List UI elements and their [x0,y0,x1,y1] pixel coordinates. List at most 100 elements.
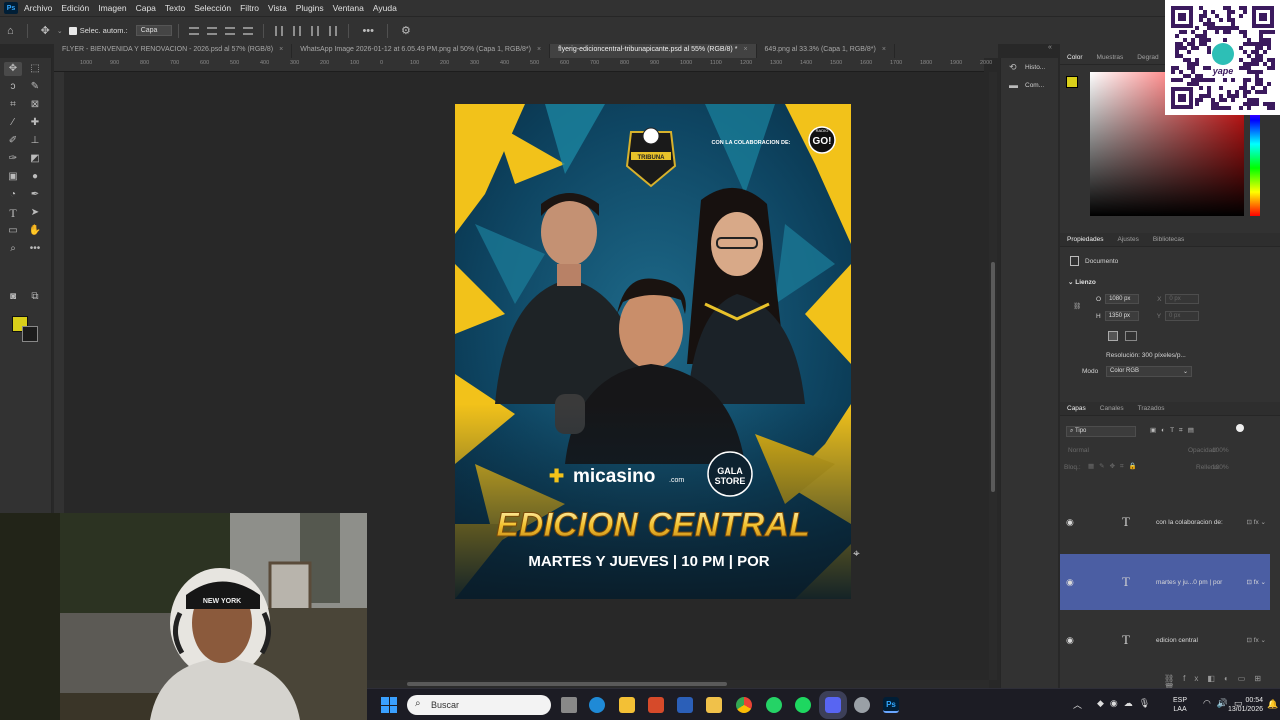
lock-icons[interactable]: ▦✎✥⌗🔒 [1088,462,1142,471]
frame-tool-icon[interactable]: ⊠ [26,98,44,112]
fx-icon[interactable]: ⊡ fx ⌄ [1246,578,1266,586]
tab-color[interactable]: Color [1060,51,1090,64]
comments-panel-button[interactable]: ▬ Com... [1009,80,1044,90]
rectangle-tool-icon[interactable]: ▭ [4,224,22,238]
chrome-icon[interactable] [736,697,752,713]
canvas-x-field[interactable]: 0 px [1165,294,1200,304]
hand-tool-icon[interactable]: ✋ [26,224,44,238]
fx-icon[interactable]: ⊡ fx ⌄ [1246,518,1266,526]
filter-toggle[interactable] [1236,424,1244,432]
menu-filtro[interactable]: Filtro [240,3,259,13]
clone-stamp-tool-icon[interactable]: ⊥ [26,134,44,148]
tab-flyer-bienvenida[interactable]: FLYER - BIENVENIDA Y RENOVACION - 2026.p… [54,44,293,58]
fill-field[interactable]: 100% [1212,464,1229,471]
blur-tool-icon[interactable]: ● [26,170,44,184]
tab-whatsapp-image[interactable]: WhatsApp Image 2026-01-12 at 6.05.49 PM.… [292,44,551,58]
color-fg-swatch[interactable] [1066,76,1078,88]
flyer-canvas[interactable]: TRIBUNA CON LA COLABORACION DE: RADIO GO… [455,104,851,599]
close-icon[interactable]: × [279,46,283,53]
portrait-orientation-icon[interactable] [1108,331,1118,341]
eye-icon[interactable]: ◉ [1066,577,1078,588]
powerpoint-icon[interactable] [648,697,664,713]
align-right-icon[interactable] [225,26,236,35]
tray-icons[interactable]: ◆◉☁🎙 [1097,698,1156,709]
layer-row[interactable]: ◉ T edicion central ⊡ fx ⌄ [1060,612,1270,668]
align-top-icon[interactable] [275,25,284,36]
photoshop-taskbar-icon[interactable]: Ps [883,697,899,713]
gear-icon[interactable]: ⚙ [401,24,411,37]
tab-649-png[interactable]: 649.png al 33.3% (Capa 1, RGB/8*) × [757,44,895,58]
brush-tool-icon[interactable]: ✐ [4,134,22,148]
taskbar-search-box[interactable]: ⌕ Buscar [407,695,551,715]
more-tools-icon[interactable]: ••• [26,242,44,256]
discord-icon[interactable] [819,691,847,719]
menu-ayuda[interactable]: Ayuda [373,3,397,13]
distribute-icon[interactable] [243,26,254,35]
language-indicator[interactable]: ESP LAA [1173,696,1187,714]
history-panel-button[interactable]: ⟲ Histo... [1009,62,1045,72]
close-icon[interactable]: × [743,46,747,53]
layer-row[interactable]: ◉ T con la colaboracion de: ⊡ fx ⌄ [1060,494,1270,550]
canvas-width-field[interactable]: 1080 px [1105,294,1140,304]
quick-select-tool-icon[interactable]: ✎ [26,80,44,94]
vertical-scrollbar[interactable] [989,72,997,680]
eye-icon[interactable]: ◉ [1066,635,1078,646]
tab-ajustes[interactable]: Ajustes [1111,233,1146,246]
task-view-icon[interactable] [561,697,577,713]
file-explorer-icon[interactable] [706,697,722,713]
background-color-swatch[interactable] [22,326,38,342]
layer-filter-icons[interactable]: ▣◐T⌗▤ [1150,426,1199,435]
type-tool-icon[interactable]: T [4,206,22,220]
spotify-icon[interactable] [795,697,811,713]
chevron-up-icon[interactable]: ︿ [1073,698,1082,711]
distribute-vertical-icon[interactable] [329,25,338,36]
eye-icon[interactable]: ◉ [1066,517,1078,528]
menu-archivo[interactable]: Archivo [24,3,52,13]
tab-propiedades[interactable]: Propiedades [1060,233,1111,246]
opacity-field[interactable]: 100% [1212,447,1229,454]
tab-canales[interactable]: Canales [1093,402,1131,415]
tab-trazados[interactable]: Trazados [1131,402,1172,415]
chrome-profile-icon[interactable] [854,697,870,713]
menu-ventana[interactable]: Ventana [333,3,364,13]
eraser-tool-icon[interactable]: ◩ [26,152,44,166]
zoom-tool-icon[interactable]: ⌕ [4,242,22,256]
align-middle-icon[interactable] [293,25,302,36]
move-tool-icon[interactable]: ✥ [4,62,22,76]
close-icon[interactable]: × [882,46,886,53]
home-icon[interactable]: ⌂ [7,25,14,37]
more-icon[interactable]: ••• [362,25,374,37]
tab-degradados[interactable]: Degrad [1130,51,1165,64]
quick-mask-icon[interactable]: ◙ [4,290,22,304]
landscape-orientation-icon[interactable] [1125,331,1137,341]
menu-texto[interactable]: Texto [165,3,185,13]
tab-bibliotecas[interactable]: Bibliotecas [1146,233,1191,246]
windows-start-icon[interactable] [381,697,397,713]
canvas-height-field[interactable]: 1350 px [1104,311,1139,321]
pen-tool-icon[interactable]: ✒ [26,188,44,202]
color-mode-select[interactable]: Color RGB ⌄ [1106,366,1192,377]
auto-select-target-select[interactable]: Capa [135,25,173,36]
eyedropper-tool-icon[interactable]: ⁄ [4,116,22,130]
auto-select-checkbox[interactable] [68,26,77,35]
tab-muestras[interactable]: Muestras [1090,51,1131,64]
marquee-tool-icon[interactable]: ⬚ [26,62,44,76]
path-select-tool-icon[interactable]: ➤ [26,206,44,220]
store-icon[interactable] [619,697,635,713]
history-brush-tool-icon[interactable]: ✑ [4,152,22,166]
menu-seleccion[interactable]: Selección [194,3,231,13]
link-icon[interactable]: ⛓ [1073,302,1081,310]
edge-browser-icon[interactable] [589,697,605,713]
word-icon[interactable] [677,697,693,713]
crop-tool-icon[interactable]: ⌗ [4,98,22,112]
layer-row[interactable]: ◉ T martes y ju...0 pm | por ⊡ fx ⌄ [1060,554,1270,610]
align-bottom-icon[interactable] [311,25,320,36]
collapse-panels-icon[interactable]: « [1048,44,1052,51]
menu-plugins[interactable]: Plugins [296,3,324,13]
menu-capa[interactable]: Capa [136,3,156,13]
align-center-icon[interactable] [207,26,218,35]
notification-icon[interactable]: 🔔 [1267,699,1278,710]
align-left-icon[interactable] [189,26,200,35]
blend-mode-select[interactable]: Normal [1068,447,1089,454]
whatsapp-icon[interactable] [766,697,782,713]
